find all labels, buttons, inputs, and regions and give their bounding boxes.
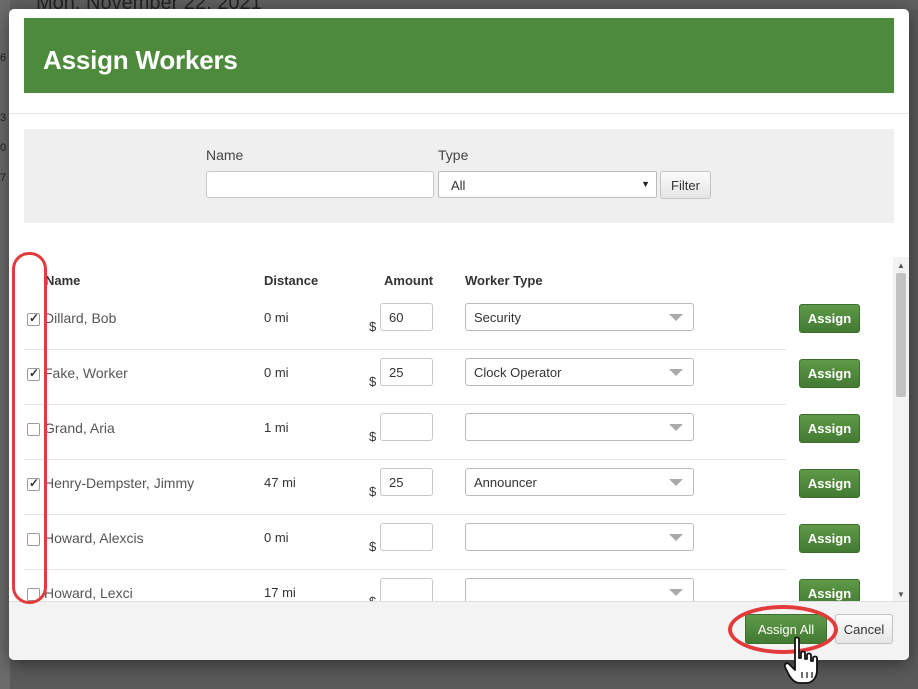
cancel-button[interactable]: Cancel [835, 614, 893, 644]
assign-button[interactable]: Assign [799, 524, 860, 553]
assign-button[interactable]: Assign [799, 359, 860, 388]
worker-name: Grand, Aria [44, 420, 115, 436]
chevron-down-icon [669, 369, 683, 376]
currency-symbol: $ [369, 429, 377, 444]
currency-symbol: $ [369, 594, 376, 601]
worker-type-select[interactable]: Security [465, 303, 694, 331]
worker-type-select[interactable] [465, 578, 694, 601]
worker-type-select[interactable]: Clock Operator [465, 358, 694, 386]
worker-distance: 17 mi [264, 585, 296, 600]
worker-name: Henry-Dempster, Jimmy [44, 475, 195, 491]
worker-type-value: Clock Operator [474, 365, 562, 380]
table-row: Grand, Aria 1 mi $ [24, 405, 786, 460]
amount-input[interactable] [380, 358, 433, 386]
assign-button[interactable]: Assign [799, 469, 860, 498]
amount-input[interactable] [380, 468, 433, 496]
worker-list: Name Distance Amount Worker Type ✓ Dilla… [9, 257, 909, 601]
assign-button[interactable]: Assign [799, 579, 860, 601]
modal-header: Assign Workers [24, 18, 894, 93]
chevron-down-icon [669, 479, 683, 486]
currency-symbol: $ [369, 484, 377, 499]
column-header-name: Name [45, 273, 81, 288]
currency-symbol: $ [369, 539, 377, 554]
worker-name: Howard, Lexci [44, 585, 133, 601]
assign-workers-modal: Assign Workers Name Type All ▼ Filter Na… [9, 9, 909, 660]
filter-button[interactable]: Filter [660, 171, 711, 199]
table-row: ✓ Henry-Dempster, Jimmy 47 mi $ Announce… [24, 460, 786, 515]
name-filter-label: Name [206, 147, 244, 163]
chevron-down-icon [669, 589, 683, 596]
column-header-worker-type: Worker Type [465, 273, 543, 288]
worker-distance: 0 mi [264, 310, 289, 325]
table-row: Howard, Alexcis 0 mi $ [24, 515, 786, 570]
type-filter-select[interactable]: All ▼ [438, 171, 657, 198]
worker-distance: 0 mi [264, 365, 289, 380]
chevron-down-icon [669, 314, 683, 321]
type-filter-value: All [451, 178, 466, 193]
amount-input[interactable] [380, 413, 433, 441]
amount-input[interactable] [380, 523, 433, 551]
table-row: ✓ Dillard, Bob 0 mi $ Security [24, 295, 786, 350]
currency-symbol: $ [369, 319, 377, 334]
assign-button[interactable]: Assign [799, 304, 860, 333]
worker-distance: 47 mi [264, 475, 296, 490]
background-digit: 3 [0, 112, 7, 124]
chevron-down-icon [669, 424, 683, 431]
scroll-down-icon[interactable]: ▼ [897, 590, 905, 599]
column-header-amount: Amount [384, 273, 434, 288]
filter-panel: Name Type All ▼ Filter [24, 129, 894, 223]
worker-name: Dillard, Bob [44, 310, 117, 326]
table-row: ✓ Fake, Worker 0 mi $ Clock Operator [24, 350, 786, 405]
worker-distance: 0 mi [264, 530, 289, 545]
table-row: Howard, Lexci 17 mi $ [24, 570, 786, 601]
chevron-down-icon [669, 534, 683, 541]
background-digit: 0 [0, 142, 7, 154]
column-header-distance: Distance [264, 273, 319, 288]
hand-cursor-icon [783, 636, 818, 684]
worker-distance: 1 mi [264, 420, 289, 435]
background-digit: 7 [0, 172, 7, 184]
type-filter-label: Type [438, 147, 469, 163]
scrollbar-thumb[interactable] [896, 273, 906, 397]
name-filter-input[interactable] [206, 171, 434, 198]
chevron-down-icon: ▼ [641, 179, 650, 189]
amount-input[interactable] [380, 303, 433, 331]
worker-type-value: Announcer [474, 475, 537, 490]
modal-title: Assign Workers [43, 45, 238, 75]
highlight-checkboxes-annotation [12, 252, 47, 604]
worker-name: Fake, Worker [44, 365, 128, 381]
assign-button[interactable]: Assign [799, 414, 860, 443]
worker-type-select[interactable]: Announcer [465, 468, 694, 496]
scroll-up-icon[interactable]: ▲ [897, 261, 905, 270]
worker-type-select[interactable] [465, 413, 694, 441]
worker-name: Howard, Alexcis [44, 530, 144, 546]
currency-symbol: $ [369, 374, 377, 389]
worker-type-value: Security [474, 310, 521, 325]
amount-input[interactable] [380, 578, 433, 601]
list-scrollbar[interactable]: ▲ ▼ [893, 257, 909, 601]
background-digit: 6 [0, 52, 7, 64]
divider [9, 113, 909, 114]
worker-type-select[interactable] [465, 523, 694, 551]
